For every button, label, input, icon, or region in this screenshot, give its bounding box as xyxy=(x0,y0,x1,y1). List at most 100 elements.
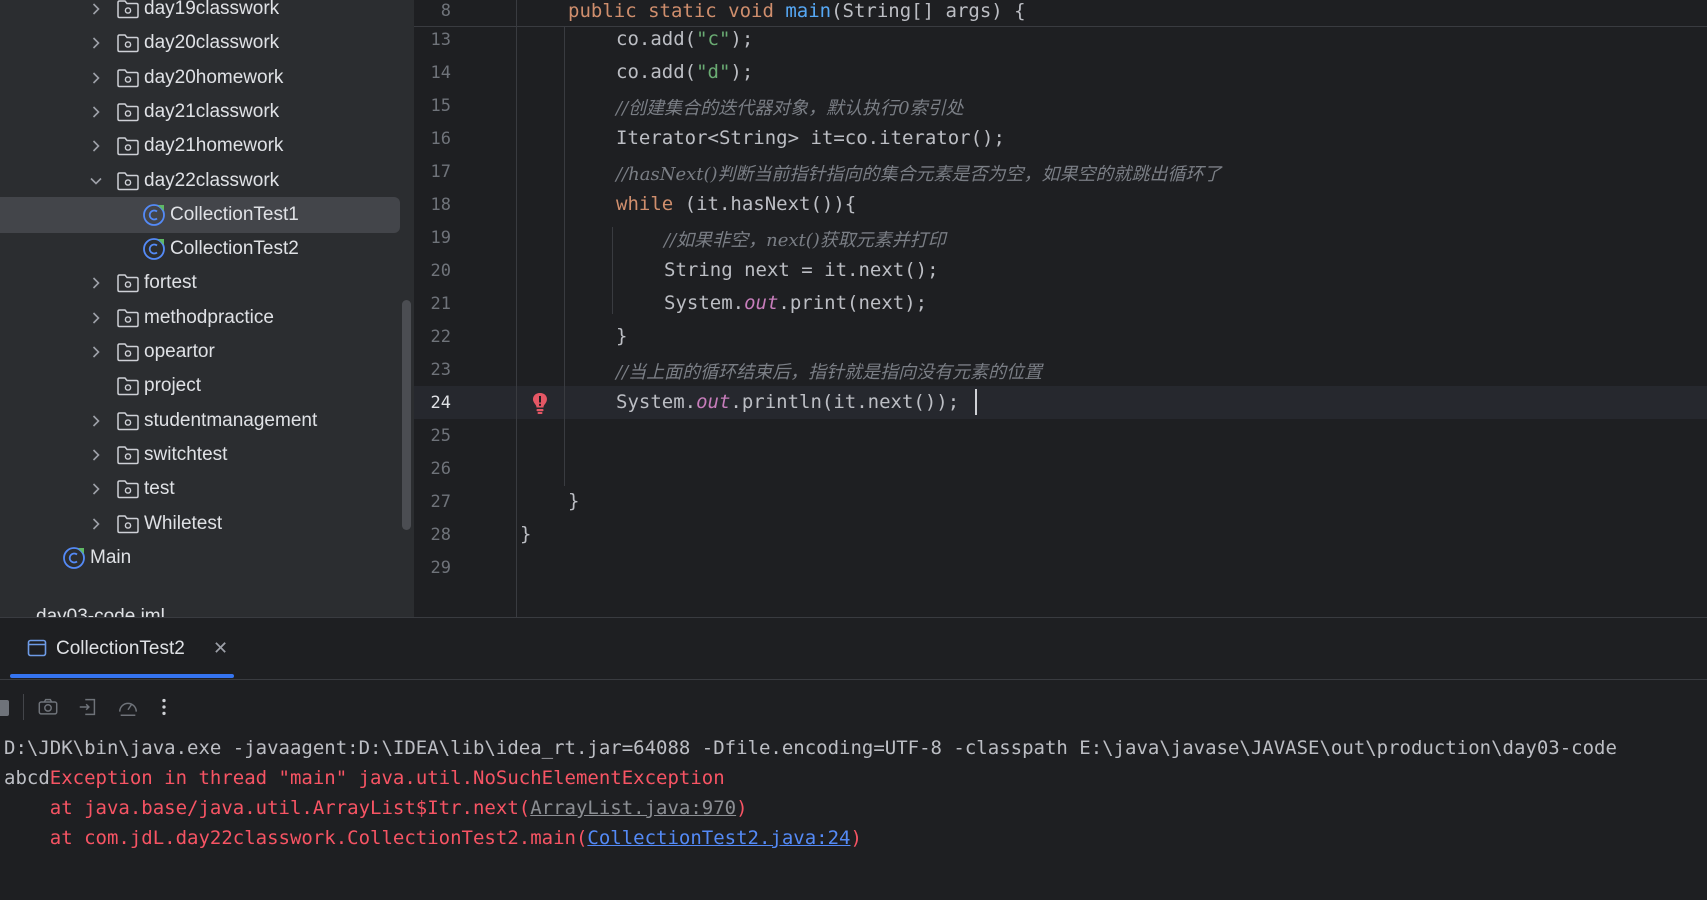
code-line-16[interactable]: Iterator<String> it=co.iterator(); xyxy=(616,127,1005,149)
tree-scrollbar[interactable] xyxy=(402,300,411,530)
chevron-right-icon[interactable] xyxy=(86,514,106,534)
package-folder-icon xyxy=(116,410,140,432)
chevron-right-icon[interactable] xyxy=(86,33,106,53)
tree-item-label: day19classwork xyxy=(144,0,280,19)
code-line-28[interactable]: } xyxy=(520,523,531,545)
tree-item-label: CollectionTest2 xyxy=(170,238,299,260)
code-static-field: out xyxy=(696,391,731,413)
more-options-icon[interactable] xyxy=(150,693,178,721)
console-stacktrace-line: at com.jdL.day22classwork.CollectionTest… xyxy=(4,827,862,849)
tree-item-label: test xyxy=(144,478,175,500)
code-text: .print(next); xyxy=(778,292,928,314)
stop-icon[interactable] xyxy=(0,700,9,716)
tree-item-label: opeartor xyxy=(144,341,215,362)
tree-item-collectiontest1[interactable]: CollectionTest1 xyxy=(0,196,400,233)
code-line-21[interactable]: System.out.print(next); xyxy=(664,292,927,314)
package-folder-icon xyxy=(116,478,140,500)
profiler-gauge-icon[interactable] xyxy=(114,693,142,721)
tree-item-studentmanagement[interactable]: studentmanagement xyxy=(0,403,400,439)
chevron-right-icon[interactable] xyxy=(86,342,106,362)
line-number: 14 xyxy=(430,63,451,83)
line-number: 8 xyxy=(440,1,451,21)
line-number: 20 xyxy=(430,261,451,281)
tree-item-label: day21classwork xyxy=(144,100,280,122)
package-folder-icon xyxy=(116,32,140,54)
line-number: 26 xyxy=(430,459,451,479)
code-method-name: main xyxy=(785,0,832,22)
package-folder-icon xyxy=(116,307,140,329)
chevron-right-icon[interactable] xyxy=(86,411,106,431)
tree-item-switchtest[interactable]: switchtest xyxy=(0,437,400,473)
toolbar-separator xyxy=(23,694,24,720)
run-tab-label: CollectionTest2 xyxy=(56,638,185,659)
tree-item-test[interactable]: test xyxy=(0,471,400,507)
code-text: System. xyxy=(664,292,745,314)
code-text: ); xyxy=(730,61,754,83)
console-exception-line: abcdException in thread "main" java.util… xyxy=(4,767,725,789)
chevron-right-icon[interactable] xyxy=(86,308,106,328)
code-editor[interactable]: 8 public static void main(String[] args)… xyxy=(414,0,1707,617)
tree-item-opeartor[interactable]: opeartor xyxy=(0,334,400,370)
chevron-right-icon[interactable] xyxy=(86,445,106,465)
code-line-13[interactable]: co.add("c"); xyxy=(616,28,753,50)
tree-item-methodpractice[interactable]: methodpractice xyxy=(0,300,400,336)
package-folder-icon xyxy=(116,67,140,89)
tree-item-fortest[interactable]: fortest xyxy=(0,265,400,301)
code-line-14[interactable]: co.add("d"); xyxy=(616,61,753,83)
stacktrace-link[interactable]: CollectionTest2.java:24 xyxy=(587,827,850,849)
tree-item-whiletest[interactable]: Whiletest xyxy=(0,506,400,542)
camera-icon[interactable] xyxy=(34,693,62,721)
indent-guide xyxy=(564,27,565,486)
code-comment-23[interactable]: //当上面的循环结束后，指针就是指向没有元素的位置 xyxy=(616,358,1042,384)
run-tab-collectiontest2[interactable]: CollectionTest2 ✕ xyxy=(10,618,234,680)
chevron-right-icon[interactable] xyxy=(86,273,106,293)
tree-item-label: day20classwork xyxy=(144,32,280,54)
chevron-right-icon[interactable] xyxy=(86,68,106,88)
code-line-24[interactable]: System.out.println(it.next()); xyxy=(616,391,959,413)
line-number: 25 xyxy=(430,426,451,446)
package-folder-icon xyxy=(116,375,140,397)
console-stacktrace-line: at java.base/java.util.ArrayList$Itr.nex… xyxy=(4,797,748,819)
line-number: 23 xyxy=(430,360,451,380)
tree-item-day20homework[interactable]: day20homework xyxy=(0,60,400,96)
code-line-22[interactable]: } xyxy=(616,325,627,347)
code-line-20[interactable]: String next = it.next(); xyxy=(664,259,939,281)
java-class-icon xyxy=(142,203,166,227)
code-comment-17[interactable]: //hasNext()判断当前指针指向的集合元素是否为空，如果空的就跳出循环了 xyxy=(616,160,1222,186)
stacktrace-link[interactable]: ArrayList.java:970 xyxy=(530,797,736,819)
console-exception-text: Exception in thread "main" java.util.NoS… xyxy=(49,767,725,789)
tree-item-collectiontest2[interactable]: CollectionTest2 xyxy=(0,231,400,267)
line-number: 13 xyxy=(430,30,451,50)
code-line-18[interactable]: while (it.hasNext()){ xyxy=(616,193,856,215)
tree-item-day21homework[interactable]: day21homework xyxy=(0,128,400,164)
package-folder-icon xyxy=(116,341,140,363)
tree-item-day21classwork[interactable]: day21classwork xyxy=(0,94,400,130)
chevron-right-icon[interactable] xyxy=(86,0,106,19)
code-comment-15[interactable]: //创建集合的迭代器对象，默认执行0索引处 xyxy=(616,94,964,120)
code-static-field: out xyxy=(744,292,779,314)
chevron-down-icon[interactable] xyxy=(86,171,106,191)
package-folder-icon xyxy=(116,444,140,466)
tree-item-partial[interactable]: day03-code.iml xyxy=(36,606,165,617)
tree-item-day22classwork[interactable]: day22classwork xyxy=(0,163,400,199)
tree-item-project[interactable]: project xyxy=(0,368,400,404)
tree-item-label: Main xyxy=(90,546,132,568)
tree-item-label: studentmanagement xyxy=(144,409,318,431)
chevron-right-icon[interactable] xyxy=(86,102,106,122)
tree-item-label: fortest xyxy=(144,272,197,294)
restore-layout-icon[interactable] xyxy=(74,693,102,721)
sticky-code-line[interactable]: public static void main(String[] args) { xyxy=(568,0,1026,22)
package-folder-icon xyxy=(116,101,140,123)
indent-guide xyxy=(612,227,613,314)
tree-item-day19classwork[interactable]: day19classwork xyxy=(0,0,400,27)
error-bulb-icon[interactable] xyxy=(529,391,551,415)
tree-item-main[interactable]: Main xyxy=(0,540,400,576)
tree-item-day20classwork[interactable]: day20classwork xyxy=(0,25,400,61)
code-comment-19[interactable]: //如果非空，next()获取元素并打印 xyxy=(664,226,946,252)
code-line-27[interactable]: } xyxy=(568,490,579,512)
line-number: 24 xyxy=(430,393,451,413)
chevron-right-icon[interactable] xyxy=(86,479,106,499)
chevron-right-icon[interactable] xyxy=(86,136,106,156)
console-output[interactable]: D:\JDK\bin\java.exe -javaagent:D:\IDEA\l… xyxy=(0,732,1707,900)
close-icon[interactable]: ✕ xyxy=(213,638,228,659)
